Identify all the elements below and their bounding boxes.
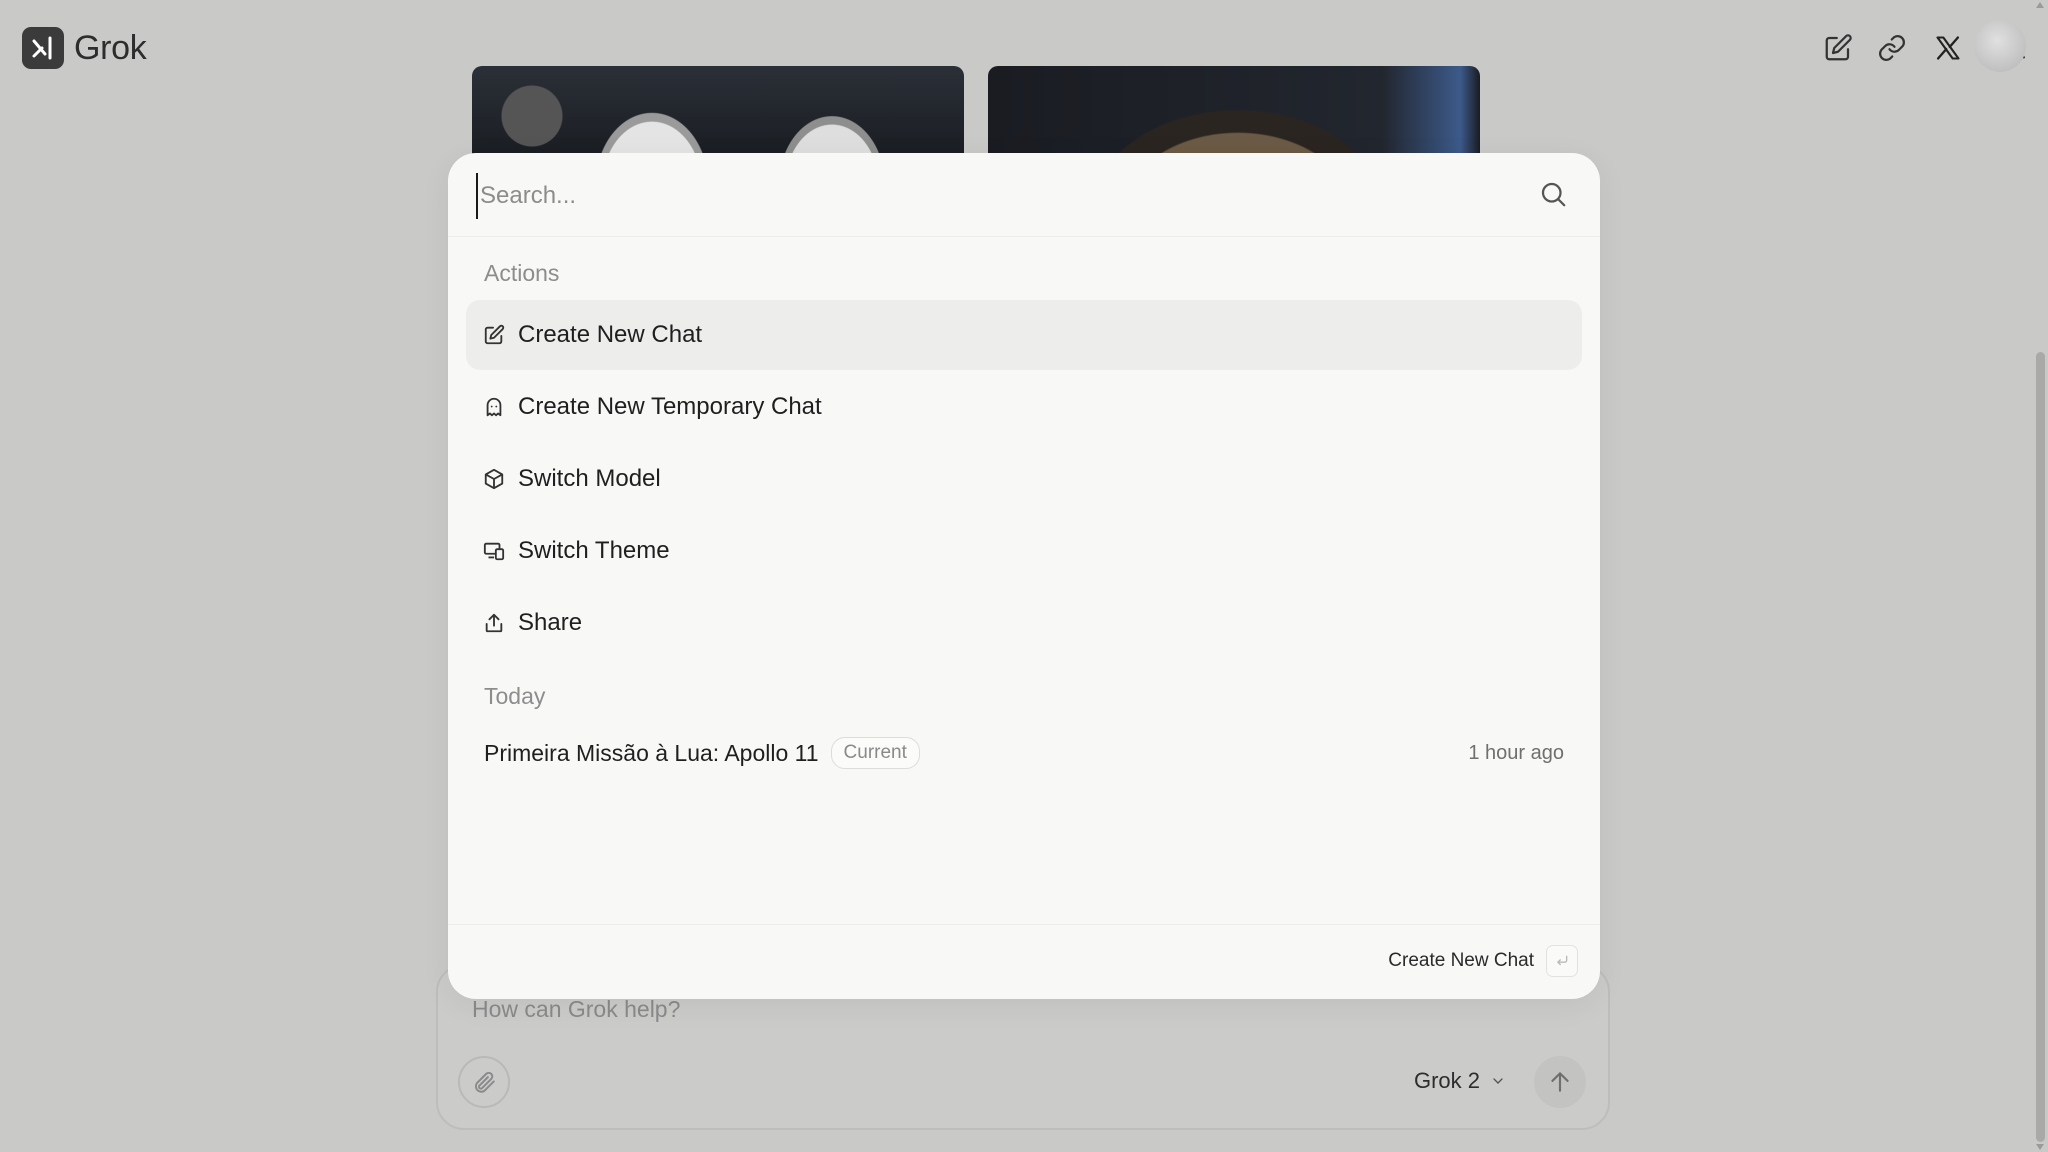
new-chat-button[interactable] bbox=[1814, 24, 1862, 72]
action-create-new-chat[interactable]: Create New Chat bbox=[466, 300, 1582, 370]
palette-search-input[interactable] bbox=[476, 173, 1482, 219]
composer-input[interactable]: How can Grok help? bbox=[472, 996, 680, 1023]
model-selector[interactable]: Grok 2 bbox=[1414, 1068, 1506, 1094]
copy-link-button[interactable] bbox=[1868, 24, 1916, 72]
enter-key-icon bbox=[1546, 945, 1578, 977]
theme-icon bbox=[482, 539, 506, 563]
share-icon bbox=[482, 611, 506, 635]
link-icon bbox=[1879, 35, 1905, 61]
footer-action-label: Create New Chat bbox=[1388, 950, 1534, 971]
action-label: Switch Theme bbox=[518, 537, 670, 564]
action-label: Share bbox=[518, 609, 583, 636]
edit-icon bbox=[1825, 34, 1852, 61]
model-selector-label: Grok 2 bbox=[1413, 1068, 1480, 1093]
cube-icon bbox=[482, 467, 506, 491]
action-share[interactable]: Share bbox=[466, 588, 1582, 658]
x-share-button[interactable] bbox=[1924, 24, 1972, 72]
scrollbar-thumb[interactable] bbox=[2036, 352, 2045, 1142]
avatar[interactable] bbox=[1974, 20, 2026, 72]
action-label: Create New Chat bbox=[518, 321, 703, 348]
palette-search-row bbox=[448, 153, 1600, 237]
send-button[interactable] bbox=[1534, 1056, 1586, 1108]
action-label: Switch Model bbox=[518, 465, 661, 492]
palette-footer: Create New Chat bbox=[448, 924, 1600, 999]
scroll-down-arrow[interactable] bbox=[2036, 1144, 2044, 1150]
ghost-icon bbox=[482, 395, 506, 419]
edit-icon bbox=[482, 323, 506, 347]
section-label-actions: Actions bbox=[484, 260, 560, 286]
history-item[interactable]: Primeira Missão à Lua: Apollo 11 Current… bbox=[466, 725, 1582, 781]
background-image-astronauts bbox=[472, 66, 964, 156]
footer-create-new-chat-button[interactable]: Create New Chat bbox=[1388, 945, 1578, 977]
command-palette: Actions Create New Chat Create New Tempo… bbox=[448, 153, 1600, 999]
page-scrollbar[interactable] bbox=[2032, 0, 2048, 1152]
action-switch-model[interactable]: Switch Model bbox=[466, 444, 1582, 514]
action-label: Create New Temporary Chat bbox=[518, 393, 822, 420]
scroll-up-arrow[interactable] bbox=[2036, 2, 2044, 8]
chevron-down-icon bbox=[1490, 1073, 1506, 1089]
background-image-helmet bbox=[988, 66, 1480, 156]
search-icon[interactable] bbox=[1538, 179, 1568, 209]
history-item-title: Primeira Missão à Lua: Apollo 11 bbox=[484, 739, 819, 766]
paperclip-icon bbox=[474, 1071, 495, 1093]
current-badge: Current bbox=[830, 737, 920, 769]
arrow-up-icon bbox=[1551, 1072, 1569, 1092]
app-title: Grok bbox=[74, 28, 147, 67]
action-create-temporary-chat[interactable]: Create New Temporary Chat bbox=[466, 372, 1582, 442]
grok-logo[interactable]: Grok bbox=[22, 27, 147, 69]
history-item-time: 1 hour ago bbox=[1468, 741, 1564, 764]
attach-button[interactable] bbox=[458, 1056, 510, 1108]
grok-logo-icon bbox=[22, 27, 64, 69]
x-logo-icon bbox=[1936, 36, 1960, 60]
action-switch-theme[interactable]: Switch Theme bbox=[466, 516, 1582, 586]
section-label-today: Today bbox=[484, 683, 546, 709]
